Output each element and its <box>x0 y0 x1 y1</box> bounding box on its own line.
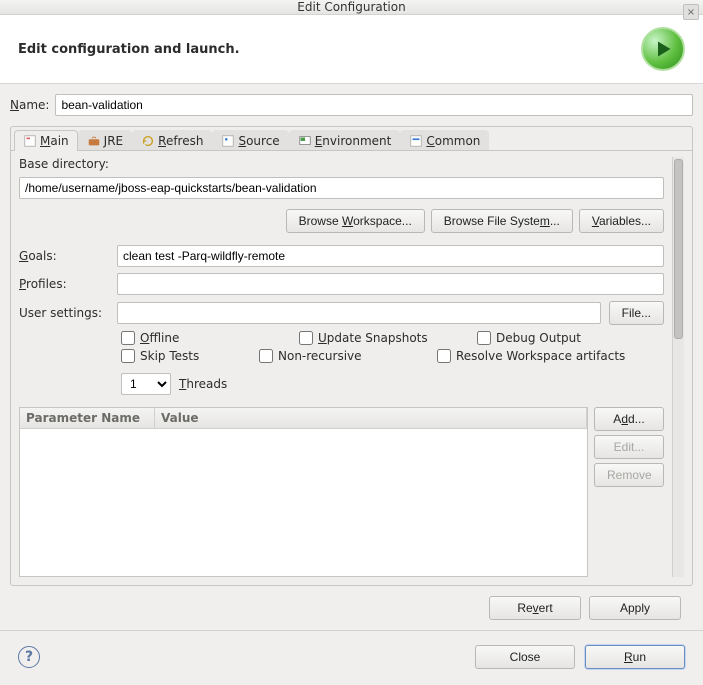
update-snapshots-checkbox[interactable]: Update Snapshots <box>299 331 459 345</box>
threads-select[interactable]: 1 <box>121 373 171 395</box>
parameters-area: Parameter Name Value Add... Edit... Remo… <box>19 407 664 577</box>
browse-workspace-button[interactable]: Browse Workspace... <box>286 209 425 233</box>
header-band: Edit configuration and launch. <box>0 15 703 84</box>
edit-button: Edit... <box>594 435 664 459</box>
tab-body: Base directory: Browse Workspace... Brow… <box>11 150 692 585</box>
page-title: Edit configuration and launch. <box>18 42 240 57</box>
table-header: Parameter Name Value <box>20 408 587 429</box>
panel-footer: Revert Apply <box>10 586 693 630</box>
tab-refresh[interactable]: Refresh <box>132 130 212 151</box>
main-area: Name: Main JRE Refresh Source Envir <box>0 84 703 630</box>
tab-main[interactable]: Main <box>14 130 78 151</box>
col-parameter-name: Parameter Name <box>20 408 155 428</box>
close-icon[interactable]: × <box>683 4 699 20</box>
parameter-buttons: Add... Edit... Remove <box>594 407 664 577</box>
environment-icon <box>298 134 312 148</box>
parameters-table[interactable]: Parameter Name Value <box>19 407 588 577</box>
browse-filesystem-button[interactable]: Browse File System... <box>431 209 573 233</box>
threads-row: 1 Threads <box>117 373 664 395</box>
tab-source[interactable]: Source <box>212 130 288 151</box>
scrollbar[interactable] <box>672 157 684 577</box>
source-icon <box>221 134 235 148</box>
col-value: Value <box>155 408 587 428</box>
remove-button: Remove <box>594 463 664 487</box>
revert-button[interactable]: Revert <box>489 596 581 620</box>
base-dir-label: Base directory: <box>19 157 664 171</box>
profiles-label: Profiles: <box>19 277 109 291</box>
user-settings-label: User settings: <box>19 306 109 320</box>
tab-bar: Main JRE Refresh Source Environment Comm… <box>11 127 692 151</box>
jre-icon <box>87 134 101 148</box>
name-input[interactable] <box>55 94 693 116</box>
run-button[interactable]: Run <box>585 645 685 669</box>
debug-output-checkbox[interactable]: Debug Output <box>477 331 637 345</box>
main-icon <box>23 134 37 148</box>
user-settings-input[interactable] <box>117 302 601 324</box>
tab-main-content: Base directory: Browse Workspace... Brow… <box>19 157 672 577</box>
help-icon[interactable]: ? <box>18 646 40 668</box>
profiles-input[interactable] <box>117 273 664 295</box>
non-recursive-checkbox[interactable]: Non-recursive <box>259 349 419 363</box>
tab-common[interactable]: Common <box>400 130 489 151</box>
checkbox-group: Offline Update Snapshots Debug Output Sk… <box>117 331 664 363</box>
refresh-icon <box>141 134 155 148</box>
window-title: Edit Configuration <box>297 0 405 14</box>
goals-label: Goals: <box>19 249 109 263</box>
threads-label: Threads <box>179 377 227 391</box>
offline-checkbox[interactable]: Offline <box>121 331 281 345</box>
apply-button[interactable]: Apply <box>589 596 681 620</box>
form-grid: Goals: Profiles: User settings: File... … <box>19 245 664 395</box>
scrollbar-thumb[interactable] <box>674 159 683 339</box>
close-button[interactable]: Close <box>475 645 575 669</box>
titlebar: Edit Configuration × <box>0 0 703 15</box>
resolve-workspace-checkbox[interactable]: Resolve Workspace artifacts <box>437 349 657 363</box>
file-button[interactable]: File... <box>609 301 664 325</box>
base-dir-input[interactable] <box>19 177 664 199</box>
skip-tests-checkbox[interactable]: Skip Tests <box>121 349 241 363</box>
config-panel: Main JRE Refresh Source Environment Comm… <box>10 126 693 586</box>
bottom-bar: ? Close Run <box>0 630 703 685</box>
add-button[interactable]: Add... <box>594 407 664 431</box>
goals-input[interactable] <box>117 245 664 267</box>
name-row: Name: <box>10 94 693 116</box>
name-label: Name: <box>10 98 49 112</box>
tab-environment[interactable]: Environment <box>289 130 401 151</box>
run-orb-icon <box>641 27 685 71</box>
tab-jre[interactable]: JRE <box>78 130 132 151</box>
base-dir-buttons: Browse Workspace... Browse File System..… <box>19 209 664 233</box>
variables-button[interactable]: Variables... <box>579 209 664 233</box>
common-icon <box>409 134 423 148</box>
